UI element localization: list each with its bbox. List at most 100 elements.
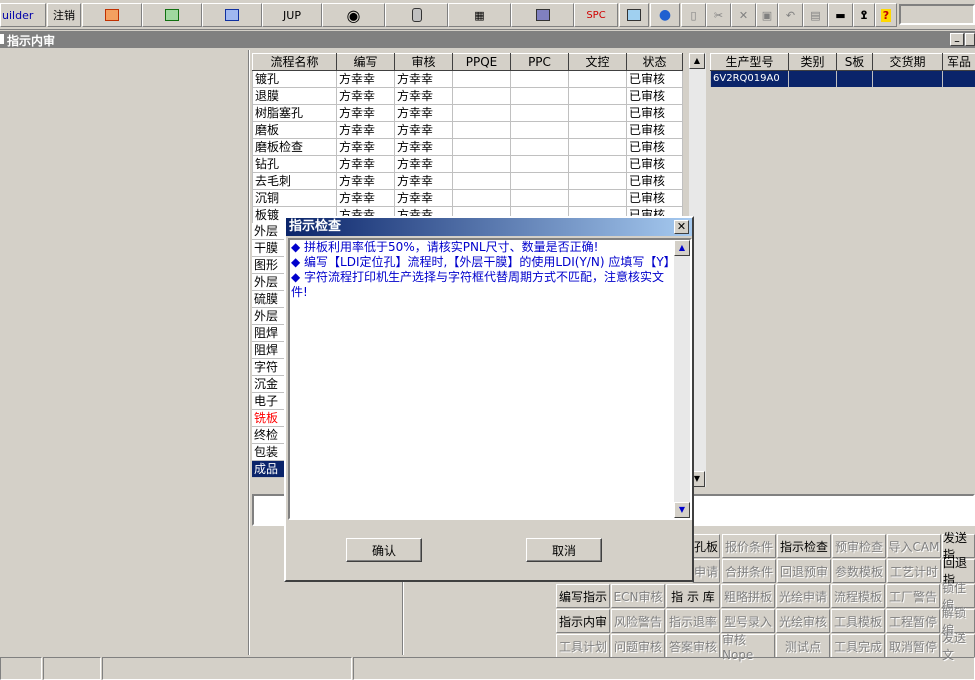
flow-cell-reviewer[interactable]: 方幸幸 xyxy=(394,155,453,173)
flow-cell-ppqe[interactable] xyxy=(452,172,511,190)
list-item[interactable]: 沉金 xyxy=(252,376,286,393)
database-button[interactable] xyxy=(385,3,448,27)
function-button[interactable]: 答案审核 xyxy=(666,634,720,658)
function-button[interactable]: 工具计划 xyxy=(556,634,610,658)
table-row[interactable]: 钻孔 方幸幸 方幸幸 已审核 xyxy=(252,155,683,173)
function-button[interactable]: 发送文 xyxy=(941,631,975,662)
table-row[interactable]: 退膜 方幸幸 方幸幸 已审核 xyxy=(252,87,683,105)
function-button[interactable]: 预审检查 xyxy=(832,534,886,558)
spc-button[interactable]: SPC xyxy=(574,3,618,27)
flow-cell-name[interactable]: 钻孔 xyxy=(252,155,337,173)
table-row[interactable]: 磨板检查 方幸幸 方幸幸 已审核 xyxy=(252,138,683,156)
list-item[interactable]: 图形 xyxy=(252,257,286,274)
function-button[interactable]: 报价条件 xyxy=(722,534,776,558)
jup-button[interactable]: JUP xyxy=(262,3,322,27)
preview-button[interactable]: ▤ xyxy=(803,3,828,27)
ok-button[interactable]: 确认 xyxy=(346,538,422,562)
function-button[interactable]: 工厂警告 xyxy=(886,584,940,608)
flow-cell-ppc[interactable] xyxy=(510,155,569,173)
flow-cell-ppqe[interactable] xyxy=(452,121,511,139)
flow-cell-ppqe[interactable] xyxy=(452,70,511,88)
flow-cell-doc[interactable] xyxy=(568,155,627,173)
network-button[interactable]: ▦ xyxy=(448,3,511,27)
flow-cell-name[interactable]: 磨板 xyxy=(252,121,337,139)
function-button[interactable]: 工具模板 xyxy=(831,609,885,633)
header-ppc[interactable]: PPC xyxy=(510,53,569,71)
flow-cell-status[interactable]: 已审核 xyxy=(626,155,683,173)
restore-button[interactable] xyxy=(965,33,975,46)
dialog-close-icon[interactable]: ✕ xyxy=(674,220,689,234)
order-military-cell[interactable] xyxy=(942,70,975,88)
dialog-message-box[interactable]: ◆ 拼板利用率低于50%，请核实PNL尺寸、数量是否正确! ◆ 编写【LDI定位… xyxy=(288,238,692,520)
header-reviewer[interactable]: 审核 xyxy=(394,53,453,71)
flow-cell-ppc[interactable] xyxy=(510,172,569,190)
builder-button[interactable]: uilder xyxy=(0,3,46,27)
export-button[interactable] xyxy=(619,3,649,27)
flow-cell-writer[interactable]: 方幸幸 xyxy=(336,70,395,88)
function-button[interactable]: 光绘审核 xyxy=(776,609,830,633)
print-button[interactable]: ▬ xyxy=(828,3,853,27)
delete-button[interactable]: ✕ xyxy=(731,3,756,27)
flow-cell-ppc[interactable] xyxy=(510,121,569,139)
flow-cell-ppqe[interactable] xyxy=(452,87,511,105)
header-ppqe[interactable]: PPQE xyxy=(452,53,511,71)
flow-cell-status[interactable]: 已审核 xyxy=(626,87,683,105)
flow-cell-reviewer[interactable]: 方幸幸 xyxy=(394,172,453,190)
flow-cell-reviewer[interactable]: 方幸幸 xyxy=(394,189,453,207)
function-button[interactable]: 指示退率 xyxy=(666,609,720,633)
function-button[interactable]: 取消暂停 xyxy=(886,634,940,658)
flow-cell-status[interactable]: 已审核 xyxy=(626,104,683,122)
function-button[interactable]: 审核Nope xyxy=(721,633,775,662)
header-delivery[interactable]: 交货期 xyxy=(872,53,943,71)
flow-cell-name[interactable]: 沉铜 xyxy=(252,189,337,207)
list-item[interactable]: 外层 xyxy=(252,223,286,240)
flow-cell-writer[interactable]: 方幸幸 xyxy=(336,87,395,105)
function-button[interactable]: 回退预审 xyxy=(777,559,831,583)
function-button[interactable]: 指示检查 xyxy=(777,534,831,558)
flow-cell-ppc[interactable] xyxy=(510,87,569,105)
flow-cell-ppc[interactable] xyxy=(510,189,569,207)
function-button[interactable]: 孔板 xyxy=(692,534,720,558)
flow-cell-name[interactable]: 去毛刺 xyxy=(252,172,337,190)
flow-cell-writer[interactable]: 方幸幸 xyxy=(336,189,395,207)
help-button[interactable]: ? xyxy=(875,3,897,27)
dialog-scroll-down-icon[interactable]: ▼ xyxy=(674,502,690,518)
flow-cell-ppc[interactable] xyxy=(510,138,569,156)
flow-cell-writer[interactable]: 方幸幸 xyxy=(336,138,395,156)
order-delivery-cell[interactable] xyxy=(872,70,943,88)
computer-button[interactable] xyxy=(511,3,574,27)
flow-cell-doc[interactable] xyxy=(568,87,627,105)
find-button[interactable]: ߐ xyxy=(853,3,875,27)
order-row[interactable]: 6V2RQ019A0 xyxy=(710,70,975,88)
flow-cell-doc[interactable] xyxy=(568,172,627,190)
list-item[interactable]: 包装 xyxy=(252,444,286,461)
function-button[interactable]: 测试点 xyxy=(776,634,830,658)
list-item[interactable]: 外层 xyxy=(252,274,286,291)
flow-cell-status[interactable]: 已审核 xyxy=(626,70,683,88)
flow-cell-ppc[interactable] xyxy=(510,104,569,122)
cancel-button[interactable]: 取消 xyxy=(526,538,602,562)
header-category[interactable]: 类别 xyxy=(788,53,837,71)
function-button[interactable]: 流程模板 xyxy=(831,584,885,608)
table-row[interactable]: 去毛刺 方幸幸 方幸幸 已审核 xyxy=(252,172,683,190)
list-item[interactable]: 硫膜 xyxy=(252,291,286,308)
flow-cell-reviewer[interactable]: 方幸幸 xyxy=(394,104,453,122)
flow-cell-status[interactable]: 已审核 xyxy=(626,138,683,156)
flow-cell-doc[interactable] xyxy=(568,104,627,122)
flow-cell-reviewer[interactable]: 方幸幸 xyxy=(394,138,453,156)
dialog-scrollbar[interactable]: ▲ ▼ xyxy=(674,240,690,518)
flow-cell-ppqe[interactable] xyxy=(452,104,511,122)
table-row[interactable]: 树脂塞孔 方幸幸 方幸幸 已审核 xyxy=(252,104,683,122)
new-button[interactable]: ▯ xyxy=(681,3,706,27)
function-button[interactable]: 指 示 库 xyxy=(666,584,720,608)
header-writer[interactable]: 编写 xyxy=(336,53,395,71)
flow-cell-name[interactable]: 镀孔 xyxy=(252,70,337,88)
minimize-button[interactable]: _ xyxy=(950,33,964,46)
list-item[interactable]: 铣板 xyxy=(252,410,286,427)
header-military[interactable]: 军品 xyxy=(942,53,975,71)
header-flow-name[interactable]: 流程名称 xyxy=(252,53,337,71)
list-item[interactable]: 字符 xyxy=(252,359,286,376)
table-row[interactable]: 磨板 方幸幸 方幸幸 已审核 xyxy=(252,121,683,139)
function-button[interactable]: 光绘申请 xyxy=(776,584,830,608)
table-row[interactable]: 沉铜 方幸幸 方幸幸 已审核 xyxy=(252,189,683,207)
